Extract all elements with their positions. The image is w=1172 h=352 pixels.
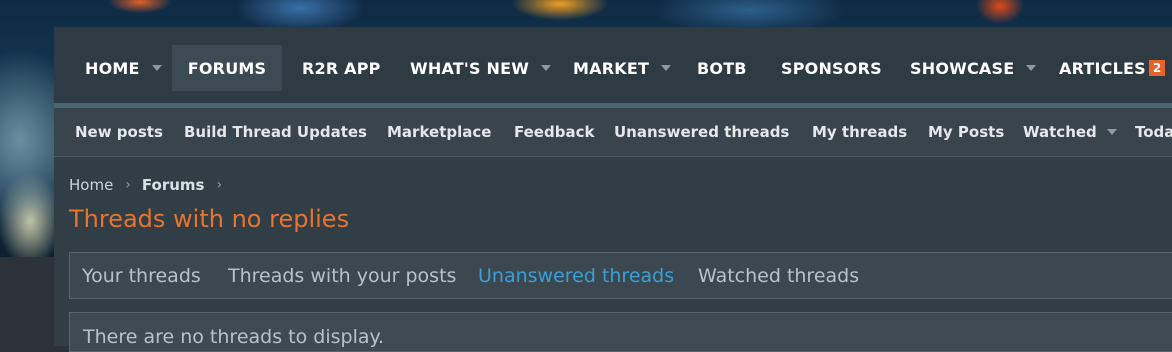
breadcrumb-forums[interactable]: Forums <box>142 176 205 194</box>
nav-item-showcase[interactable]: SHOWCASE <box>910 45 1037 91</box>
nav-item-whats-new[interactable]: WHAT'S NEW <box>410 45 552 91</box>
notification-badge: 2 <box>1148 60 1166 76</box>
breadcrumb: Home › Forums › <box>69 175 222 195</box>
chevron-right-icon: › <box>216 177 223 193</box>
subnav-item-marketplace[interactable]: Marketplace <box>387 108 491 156</box>
nav-item-sponsors[interactable]: SPONSORS <box>781 45 882 91</box>
subnav-item-my-threads[interactable]: My threads <box>812 108 907 156</box>
nav-item-label: BOTB <box>697 58 747 78</box>
nav-item-market[interactable]: MARKET <box>573 45 672 91</box>
tab-threads-with-your-posts[interactable]: Threads with your posts <box>228 253 456 299</box>
subnav-item-label: Watched <box>1023 123 1097 141</box>
thread-list-empty: There are no threads to display. <box>69 312 1172 352</box>
chevron-down-icon[interactable] <box>1026 65 1037 71</box>
nav-item-label: HOME <box>85 58 140 78</box>
subnav-item-label: My threads <box>812 123 908 141</box>
chevron-down-icon[interactable] <box>661 65 672 71</box>
subnav-item-label: Build Thread Updates <box>184 123 367 141</box>
chevron-down-icon[interactable] <box>151 65 162 71</box>
nav-item-label: MARKET <box>573 58 650 78</box>
nav-item-home[interactable]: HOME <box>71 45 187 91</box>
subnav-item-new-posts[interactable]: New posts <box>75 108 163 156</box>
empty-message: There are no threads to display. <box>83 326 385 348</box>
nav-item-label: SPONSORS <box>781 58 882 78</box>
subnav-item-today[interactable]: Toda <box>1135 108 1172 156</box>
tab-unanswered-threads[interactable]: Unanswered threads <box>478 253 674 299</box>
subnav-item-watched[interactable]: Watched <box>1023 108 1117 156</box>
thread-filter-tabs: Your threads Threads with your posts Una… <box>69 252 1172 299</box>
chevron-right-icon: › <box>125 177 131 193</box>
main-nav: HOME FORUMS R2R APP WHAT'S NEW MARKET BO… <box>54 27 1172 104</box>
subnav-item-feedback[interactable]: Feedback <box>514 108 594 156</box>
subnav-item-label: Toda <box>1135 123 1172 141</box>
nav-item-label: ARTICLES <box>1059 58 1146 78</box>
nav-item-botb[interactable]: BOTB <box>697 45 747 91</box>
tab-watched-threads[interactable]: Watched threads <box>698 253 859 299</box>
nav-item-label: R2R APP <box>302 58 381 78</box>
subnav-item-label: Marketplace <box>387 123 492 141</box>
subnav-item-build-thread-updates[interactable]: Build Thread Updates <box>184 108 367 156</box>
subnav-item-label: Feedback <box>514 123 595 141</box>
nav-item-r2r-app[interactable]: R2R APP <box>302 45 381 91</box>
tab-your-threads[interactable]: Your threads <box>82 253 201 299</box>
subnav-item-label: My Posts <box>928 123 1005 141</box>
subnav-item-my-posts[interactable]: My Posts <box>928 108 1004 156</box>
subnav-item-label: New posts <box>75 123 163 141</box>
nav-item-label: SHOWCASE <box>910 58 1015 78</box>
nav-item-forums[interactable]: FORUMS <box>172 45 282 91</box>
chevron-down-icon[interactable] <box>541 65 552 71</box>
left-gutter <box>0 257 54 346</box>
nav-item-label: FORUMS <box>187 58 267 78</box>
breadcrumb-home[interactable]: Home <box>69 176 113 194</box>
chevron-down-icon[interactable] <box>1106 129 1117 135</box>
subnav-item-unanswered-threads[interactable]: Unanswered threads <box>614 108 789 156</box>
subnav-item-label: Unanswered threads <box>614 123 790 141</box>
nav-item-label: WHAT'S NEW <box>410 58 530 78</box>
page-title: Threads with no replies <box>69 205 350 233</box>
sub-nav: New posts Build Thread Updates Marketpla… <box>54 108 1172 157</box>
nav-item-articles[interactable]: ARTICLES 2 <box>1059 45 1166 91</box>
